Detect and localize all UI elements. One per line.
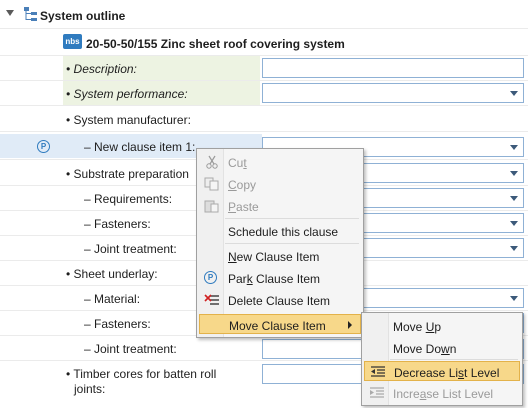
copy-icon xyxy=(204,177,219,191)
menu-separator xyxy=(390,359,518,360)
row-label-system-manufacturer: • System manufacturer: xyxy=(66,113,191,127)
menu-item-new-clause-item[interactable]: New Clause Item xyxy=(199,246,361,266)
row-label-timber-cores: • Timber cores for batten roll xyxy=(66,367,217,381)
park-icon: P xyxy=(204,271,217,284)
dropdown-arrow-icon[interactable] xyxy=(510,145,518,150)
row-label-joint-treatment-underlay: – Joint treatment: xyxy=(84,342,177,356)
parked-item-icon: P xyxy=(37,140,50,153)
menu-separator xyxy=(225,218,359,219)
row-label-joint-treatment: – Joint treatment: xyxy=(84,242,177,256)
clause-title: 20-50-50/155 Zinc sheet roof covering sy… xyxy=(86,37,345,51)
outline-title: System outline xyxy=(40,9,126,23)
menu-item-decrease-list-level[interactable]: Decrease List Level xyxy=(364,361,520,381)
scissors-icon xyxy=(206,155,218,169)
outdent-icon xyxy=(371,366,385,377)
description-field[interactable] xyxy=(262,58,524,78)
row-label-material: – Material: xyxy=(84,292,141,306)
menu-item-delete-clause-item[interactable]: Delete Clause Item xyxy=(199,290,361,310)
menu-item-cut[interactable]: Cut xyxy=(199,152,361,172)
submenu-arrow-icon xyxy=(348,321,352,329)
row-label-fasteners: – Fasteners: xyxy=(84,217,151,231)
menu-item-park-clause-item[interactable]: P Park Clause Item xyxy=(199,268,361,288)
indent-icon xyxy=(370,387,384,398)
row-label-sheet-underlay: • Sheet underlay: xyxy=(66,267,158,281)
system-performance-field[interactable] xyxy=(262,83,524,103)
menu-item-move-clause-item[interactable]: Move Clause Item xyxy=(199,314,361,334)
row-label-requirements: – Requirements: xyxy=(84,192,173,206)
divider xyxy=(0,80,528,81)
dropdown-arrow-icon[interactable] xyxy=(510,221,518,226)
dropdown-arrow-icon[interactable] xyxy=(510,246,518,251)
row-label-new-clause-item: – New clause item 1: xyxy=(84,140,196,154)
divider xyxy=(0,105,528,106)
dropdown-arrow-icon[interactable] xyxy=(510,296,518,301)
dropdown-arrow-icon[interactable] xyxy=(510,91,518,96)
menu-item-copy[interactable]: Copy xyxy=(199,174,361,194)
nbs-badge: nbs xyxy=(63,34,82,49)
menu-item-paste[interactable]: Paste xyxy=(199,196,361,216)
row-label-system-performance: • System performance: xyxy=(66,87,188,101)
divider xyxy=(0,28,528,29)
menu-item-move-up[interactable]: Move Up xyxy=(364,316,520,336)
row-label-fasteners-underlay: – Fasteners: xyxy=(84,317,151,331)
divider xyxy=(0,131,528,132)
outline-header: System outline xyxy=(0,2,528,26)
dropdown-arrow-icon[interactable] xyxy=(510,171,518,176)
menu-item-move-down[interactable]: Move Down xyxy=(364,338,520,358)
tree-hierarchy-icon xyxy=(24,7,37,21)
menu-item-increase-list-level[interactable]: Increase List Level xyxy=(364,383,520,403)
collapse-triangle-icon[interactable] xyxy=(6,10,14,16)
paste-icon xyxy=(204,200,219,213)
context-menu: Cut Copy Paste Schedule this clause New … xyxy=(196,148,364,338)
menu-item-schedule-clause[interactable]: Schedule this clause xyxy=(199,221,361,241)
menu-separator xyxy=(225,243,359,244)
row-label-description: • Description: xyxy=(66,62,137,76)
move-submenu: Move Up Move Down Decrease List Level In… xyxy=(361,312,523,406)
delete-list-icon xyxy=(204,294,219,305)
row-label-substrate-preparation: • Substrate preparation xyxy=(66,167,189,181)
row-label-timber-cores-cont: joints: xyxy=(74,382,106,396)
dropdown-arrow-icon[interactable] xyxy=(510,196,518,201)
